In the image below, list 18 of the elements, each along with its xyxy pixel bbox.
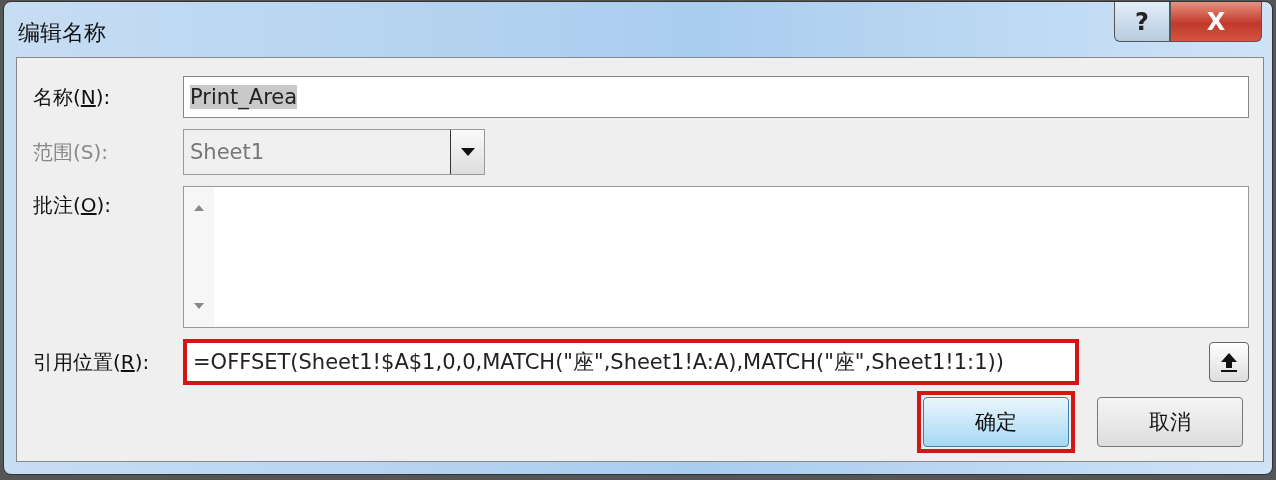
cancel-button[interactable]: 取消 <box>1097 397 1243 447</box>
field-label: 批注(O): <box>33 192 113 219</box>
collapse-button[interactable] <box>1209 342 1249 382</box>
ok-button[interactable]: 确定 <box>923 397 1069 447</box>
field-label: 范围(S): <box>33 138 110 166</box>
close-button[interactable]: X <box>1170 2 1262 42</box>
comment-field[interactable] <box>183 186 1249 328</box>
field-label: 引用位置(R): <box>33 348 151 376</box>
scroll-up-icon[interactable] <box>194 205 204 211</box>
window-title: 编辑名称 <box>18 19 106 47</box>
scrollbar[interactable] <box>184 187 214 327</box>
scroll-down-icon[interactable] <box>194 303 204 309</box>
help-button[interactable]: ? <box>1114 2 1170 42</box>
name-field[interactable]: Print_Area <box>183 76 1249 118</box>
upload-arrow-icon <box>1220 352 1238 372</box>
reference-field[interactable]: =OFFSET(Sheet1!$A$1,0,0,MATCH("座",Sheet1!A:A),MATCH("座",Sheet1!1:1)) <box>183 339 1079 385</box>
field-label: 名称(N): <box>33 83 112 111</box>
caret-icon <box>460 148 475 156</box>
